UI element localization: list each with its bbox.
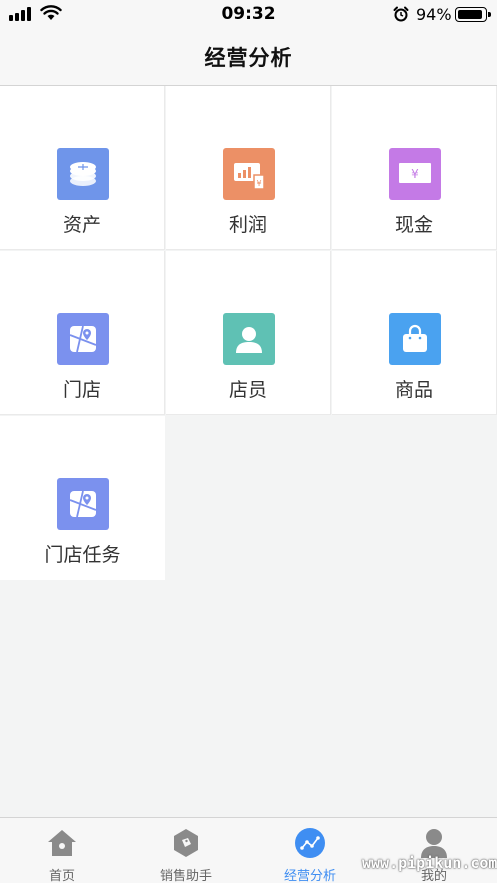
svg-text:¥: ¥ [256, 179, 261, 188]
grid-item-label: 利润 [228, 214, 267, 236]
battery-icon [455, 7, 491, 22]
tag-icon [171, 828, 201, 858]
grid-item-label: 商品 [394, 379, 433, 401]
battery-percent: 94% [416, 5, 452, 24]
status-bar: 09:32 94% [0, 0, 497, 28]
nav-bar: 经营分析 [0, 28, 497, 86]
coins-icon [57, 148, 109, 200]
watermark: www.pipikun.com [362, 854, 497, 872]
grid-item-staff[interactable]: 店员 [166, 251, 331, 415]
grid-item-label: 门店任务 [44, 544, 121, 566]
alarm-icon [393, 6, 409, 22]
grid-item-label: 资产 [62, 214, 101, 236]
store-task-map-icon [57, 478, 109, 530]
store-map-icon [57, 313, 109, 365]
grid-item-profit[interactable]: ¥ 利润 [166, 86, 331, 250]
cash-icon: ¥ [389, 148, 441, 200]
svg-text:¥: ¥ [411, 167, 419, 181]
grid-item-assets[interactable]: 资产 [0, 86, 165, 250]
grid-item-label: 门店 [62, 379, 101, 401]
grid-item-cash[interactable]: ¥ 现金 [332, 86, 497, 250]
tab-home[interactable]: 首页 [0, 818, 124, 883]
tab-mine[interactable]: 我的 [372, 818, 496, 883]
staff-person-icon [223, 313, 275, 365]
grid-item-label: 现金 [394, 214, 433, 236]
shopping-bag-icon [389, 313, 441, 365]
tab-bar: 首页 销售助手 经营分析 我的 [0, 817, 497, 883]
tab-sales-assistant[interactable]: 销售助手 [124, 818, 248, 883]
grid-item-label: 店员 [228, 379, 267, 401]
grid-item-store-tasks[interactable]: 门店任务 [0, 416, 165, 580]
tab-label: 销售助手 [159, 869, 212, 883]
analysis-icon [295, 828, 325, 858]
tab-business-analysis[interactable]: 经营分析 [248, 818, 372, 883]
grid-item-goods[interactable]: 商品 [332, 251, 497, 415]
tab-label: 首页 [48, 869, 75, 883]
page-title: 经营分析 [204, 46, 293, 70]
grid-item-store[interactable]: 门店 [0, 251, 165, 415]
tab-label: 经营分析 [283, 869, 336, 883]
home-icon [47, 828, 77, 858]
profit-chart-icon: ¥ [223, 148, 275, 200]
